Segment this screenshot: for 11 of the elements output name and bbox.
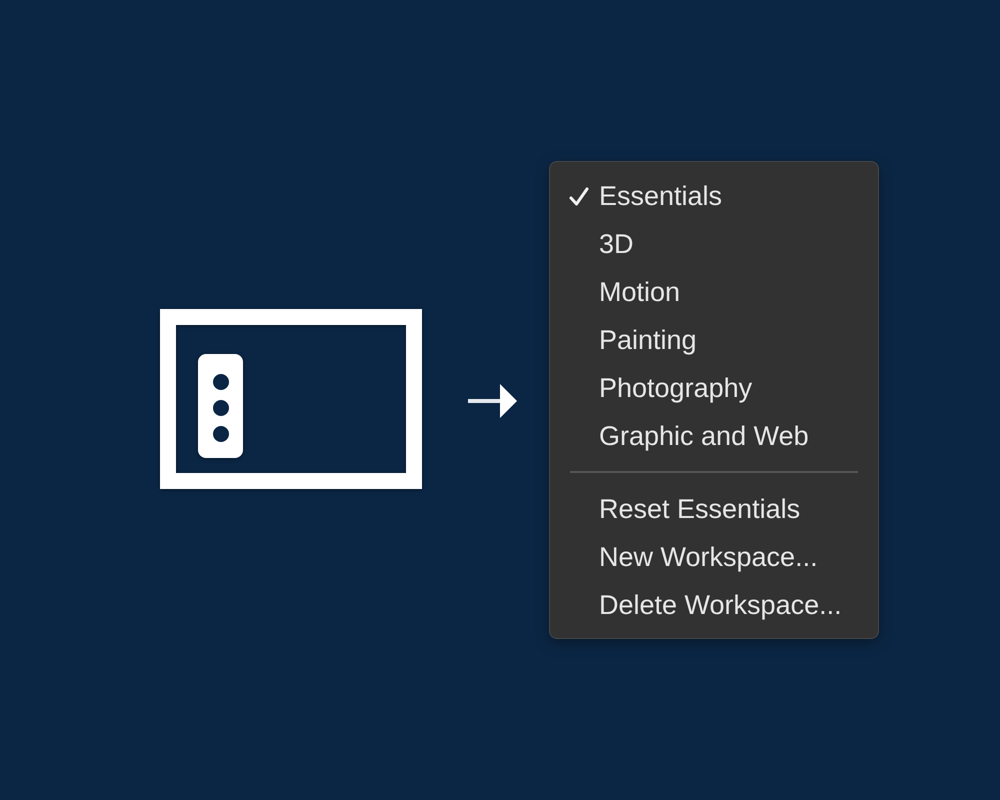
- arrow-icon: [468, 383, 518, 419]
- menu-item[interactable]: Reset Essentials: [550, 486, 878, 534]
- menu-item[interactable]: 3D: [550, 220, 878, 268]
- panel-layout-icon: [160, 309, 422, 489]
- menu-item[interactable]: Essentials: [550, 172, 878, 220]
- menu-item[interactable]: New Workspace...: [550, 534, 878, 582]
- menu-item[interactable]: Painting: [550, 316, 878, 364]
- menu-item[interactable]: Graphic and Web: [550, 412, 878, 460]
- menu-item[interactable]: Motion: [550, 268, 878, 316]
- menu-item[interactable]: Photography: [550, 364, 878, 412]
- menu-item[interactable]: Delete Workspace...: [550, 582, 878, 630]
